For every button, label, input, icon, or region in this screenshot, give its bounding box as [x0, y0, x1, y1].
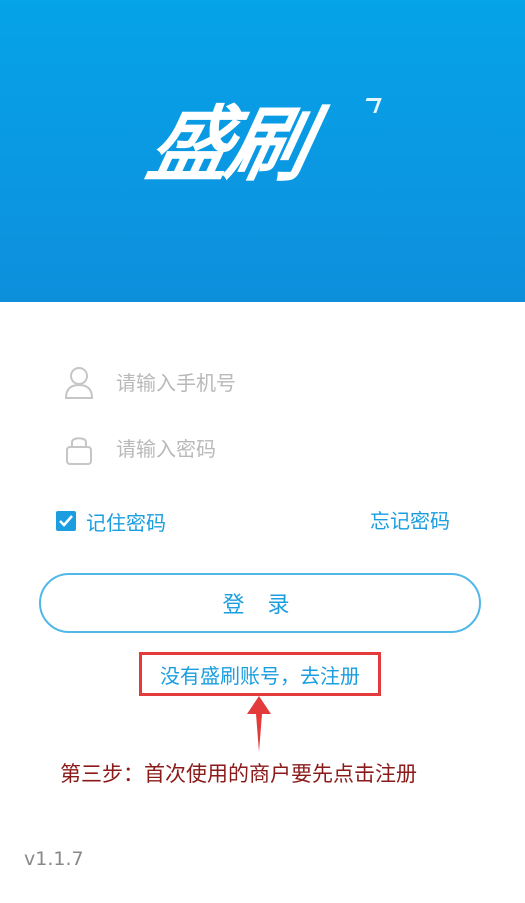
header-banner: 盛刷 [0, 0, 525, 302]
forgot-password-link[interactable]: 忘记密码 [370, 506, 450, 536]
remember-password-label: 记住密码 [86, 510, 166, 535]
register-highlight-box: 没有盛刷账号，去注册 [139, 652, 381, 696]
password-field[interactable] [64, 426, 484, 472]
remember-password-toggle[interactable]: 记住密码 [56, 506, 166, 536]
phone-field[interactable] [64, 360, 484, 406]
lock-icon [64, 432, 94, 466]
version-label: v1.1.7 [24, 848, 84, 870]
user-icon [64, 366, 94, 400]
register-link[interactable]: 没有盛刷账号，去注册 [160, 660, 360, 689]
password-input[interactable] [114, 436, 448, 462]
annotation-text: 第三步：首次使用的商户要先点击注册 [60, 762, 417, 786]
checkbox-checked-icon[interactable] [56, 511, 76, 531]
login-button[interactable]: 登 录 [39, 573, 481, 633]
app-logo: 盛刷 [140, 98, 317, 193]
phone-input[interactable] [114, 370, 448, 396]
arrow-up-icon [247, 696, 271, 752]
